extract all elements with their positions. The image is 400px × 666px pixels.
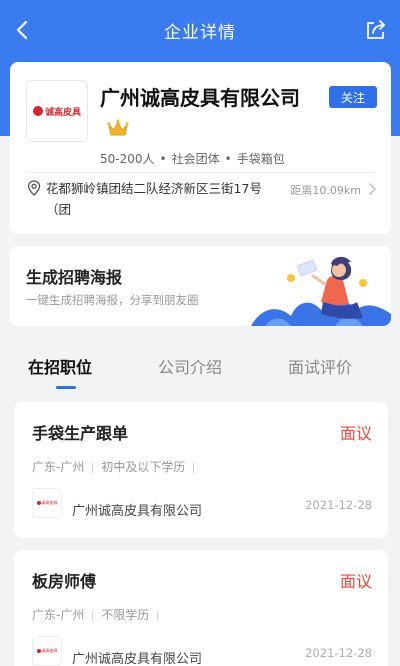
company-card: 诚高皮具 广州诚高皮具有限公司 关注 50-200人 • 社会团体 • 手袋箱包 花都狮… xyxy=(10,62,391,234)
tab-interview-reviews[interactable]: 面试评价 xyxy=(288,354,352,378)
tab-open-positions[interactable]: 在招职位 xyxy=(28,354,92,378)
location-icon xyxy=(27,180,41,196)
job-tags: 广东-广州 初中及以下学历 xyxy=(32,458,202,475)
job-requirement: 初中及以下学历 xyxy=(101,460,186,474)
job-title: 手袋生产跟单 xyxy=(32,424,129,443)
job-tags: 广东-广州 不限学历 xyxy=(32,606,166,623)
top-nav-bar: 企业详情 xyxy=(0,0,400,60)
job-card[interactable]: 板房师傅 面议 广东-广州 不限学历 诚高皮具 广州诚高皮具有限公司 2021-1… xyxy=(14,550,388,666)
share-button[interactable] xyxy=(362,16,390,44)
share-icon xyxy=(367,20,385,39)
page-title: 企业详情 xyxy=(164,22,236,43)
company-logo-text: 诚高皮具 xyxy=(44,107,81,118)
poster-subtitle: 一键生成招聘海报，分享到朋友圈 xyxy=(26,293,199,307)
job-card[interactable]: 手袋生产跟单 面议 广东-广州 初中及以下学历 诚高皮具 广州诚高皮具有限公司 2… xyxy=(14,402,388,538)
job-company-name: 广州诚高皮具有限公司 xyxy=(72,504,203,519)
job-title: 板房师傅 xyxy=(32,572,97,591)
divider xyxy=(26,172,375,173)
company-type-tag: 社会团体 xyxy=(171,152,220,166)
active-tab-indicator xyxy=(56,386,76,389)
job-location: 广东-广州 xyxy=(32,608,85,622)
company-tags: 50-200人 • 社会团体 • 手袋箱包 xyxy=(100,152,285,166)
company-industry-tag: 手袋箱包 xyxy=(236,152,285,166)
company-logo: 诚高皮具 xyxy=(26,80,88,142)
back-button[interactable] xyxy=(10,16,38,44)
follow-button[interactable]: 关注 xyxy=(329,86,377,108)
job-salary: 面议 xyxy=(339,572,372,591)
tab-bar: 在招职位 公司介绍 面试评价 xyxy=(0,340,400,390)
job-date: 2021-12-28 xyxy=(305,646,372,660)
job-company-logo: 诚高皮具 xyxy=(32,636,62,666)
poster-title: 生成招聘海报 xyxy=(26,268,123,287)
job-company-logo: 诚高皮具 xyxy=(32,488,62,518)
tab-company-intro[interactable]: 公司介绍 xyxy=(158,354,222,378)
company-name: 广州诚高皮具有限公司 xyxy=(100,86,300,110)
company-size-tag: 50-200人 xyxy=(100,152,155,166)
crown-icon xyxy=(107,119,129,136)
poster-illustration xyxy=(251,256,391,326)
company-address[interactable]: 花都狮岭镇团结二队经济新区三街17号（团 xyxy=(46,178,278,220)
back-icon xyxy=(16,20,28,40)
chevron-right-icon[interactable] xyxy=(367,182,377,196)
job-date: 2021-12-28 xyxy=(305,498,372,512)
job-requirement: 不限学历 xyxy=(101,608,150,622)
job-salary: 面议 xyxy=(339,424,372,443)
recruit-poster-banner[interactable]: 生成招聘海报 一键生成招聘海报，分享到朋友圈 xyxy=(10,246,391,326)
distance-text: 距离10.09km xyxy=(290,184,361,197)
job-location: 广东-广州 xyxy=(32,460,85,474)
job-company-name: 广州诚高皮具有限公司 xyxy=(72,652,203,666)
